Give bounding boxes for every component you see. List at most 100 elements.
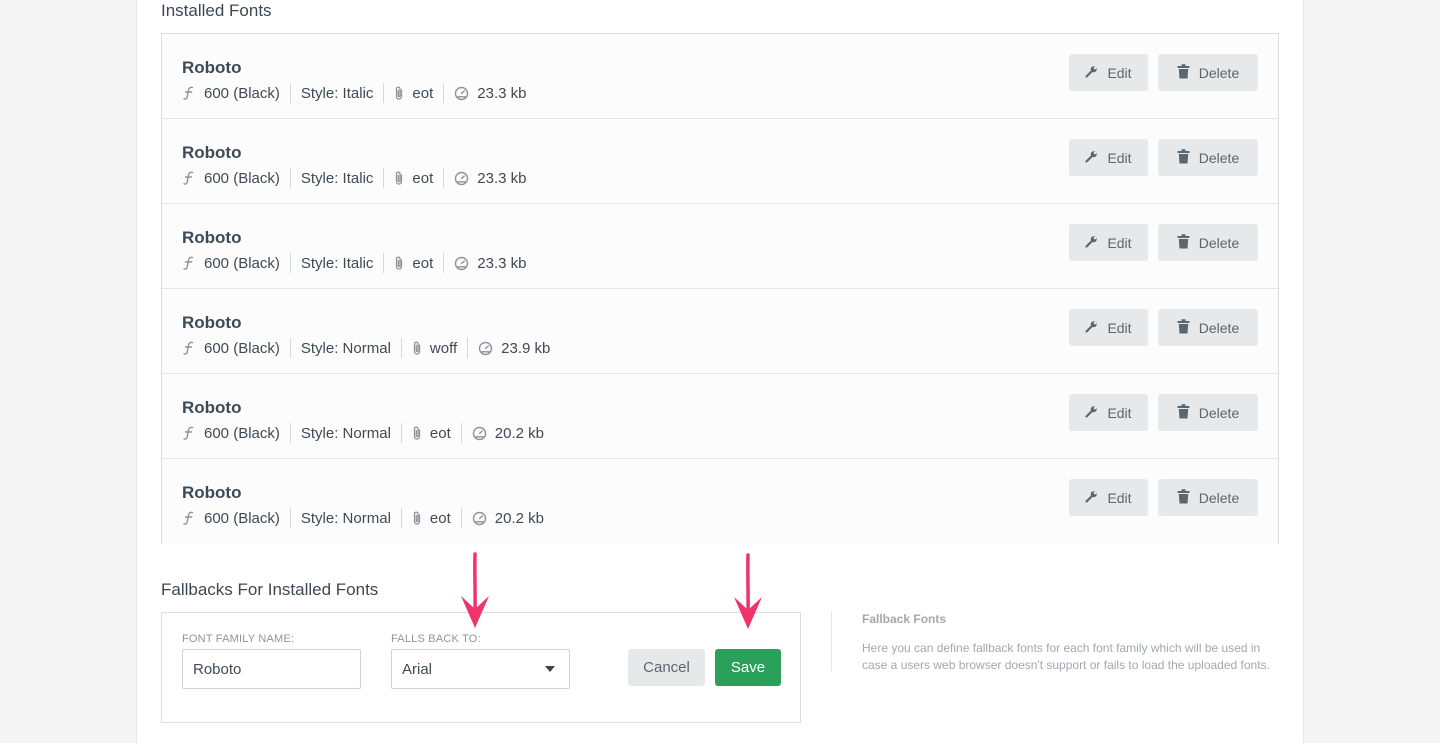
edit-label: Edit [1107,234,1132,251]
save-button[interactable]: Save [715,649,781,686]
font-style-value: Style: Italic [300,254,374,272]
font-format: eot [400,508,461,528]
delete-label: Delete [1198,149,1240,166]
font-weight-value: 600 (Black) [204,254,280,272]
help-text: Here you can define fallback fonts for e… [862,641,1270,672]
help-title: Fallback Fonts [862,612,947,626]
font-format: eot [383,253,443,273]
trash-icon [1177,318,1190,337]
font-format: eot [400,423,461,443]
paperclip-icon [394,255,404,271]
font-weight-value: 600 (Black) [204,424,280,442]
font-style-value: Style: Normal [300,509,391,527]
font-meta: 600 (Black) Style: Italic eot 23.3 kb [182,83,536,103]
font-name: Roboto [182,313,242,332]
delete-button[interactable]: Delete [1158,139,1258,176]
edit-label: Edit [1107,404,1132,421]
wrench-icon [1085,150,1098,166]
font-size-value: 20.2 kb [494,509,544,527]
font-family-input[interactable] [182,649,361,689]
font-row: Roboto 600 (Black) Style: Normal eot 20.… [162,374,1278,459]
font-style-value: Style: Italic [300,84,374,102]
trash-icon [1177,63,1190,82]
font-size-value: 23.9 kb [501,339,551,357]
font-weight: 600 (Black) [182,338,290,358]
delete-label: Delete [1198,319,1240,336]
edit-label: Edit [1107,319,1132,336]
font-size-value: 20.2 kb [494,424,544,442]
font-weight-value: 600 (Black) [204,509,280,527]
font-icon [182,341,196,355]
edit-button[interactable]: Edit [1069,139,1148,176]
paperclip-icon [394,170,404,186]
delete-button[interactable]: Delete [1158,224,1258,261]
font-style: Style: Normal [289,423,401,443]
font-weight: 600 (Black) [182,168,290,188]
font-format-value: eot [412,169,434,187]
gauge-icon [454,171,469,186]
wrench-icon [1085,65,1098,81]
delete-label: Delete [1198,489,1240,506]
font-row: Roboto 600 (Black) Style: Italic eot 23.… [162,204,1278,289]
paperclip-icon [394,85,404,101]
delete-label: Delete [1198,64,1240,81]
edit-button[interactable]: Edit [1069,394,1148,431]
font-size-value: 23.3 kb [477,169,527,187]
font-row: Roboto 600 (Black) Style: Normal eot 20.… [162,459,1278,544]
font-size: 20.2 kb [460,423,554,443]
delete-button[interactable]: Delete [1158,479,1258,516]
delete-button[interactable]: Delete [1158,394,1258,431]
font-weight-value: 600 (Black) [204,339,280,357]
falls-back-to-select[interactable]: Arial [391,649,570,689]
wrench-icon [1085,405,1098,421]
delete-button[interactable]: Delete [1158,54,1258,91]
wrench-icon [1085,235,1098,251]
font-name: Roboto [182,58,242,77]
edit-button[interactable]: Edit [1069,309,1148,346]
edit-label: Edit [1107,64,1132,81]
edit-button[interactable]: Edit [1069,224,1148,261]
font-size: 23.3 kb [443,253,536,273]
trash-icon [1177,233,1190,252]
font-style: Style: Normal [289,508,401,528]
font-size: 23.3 kb [443,168,536,188]
font-weight: 600 (Black) [182,83,290,103]
chevron-down-icon [545,666,555,672]
font-format: eot [383,83,443,103]
paperclip-icon [412,510,422,526]
font-format: eot [383,168,443,188]
edit-label: Edit [1107,149,1132,166]
font-format-value: eot [412,84,434,102]
font-icon [182,256,196,270]
trash-icon [1177,148,1190,167]
font-size-value: 23.3 kb [477,254,527,272]
annotation-arrow-icon [734,553,762,629]
font-size: 23.9 kb [467,338,560,358]
font-style-value: Style: Italic [300,169,374,187]
font-meta: 600 (Black) Style: Normal eot 20.2 kb [182,423,554,443]
edit-button[interactable]: Edit [1069,54,1148,91]
delete-button[interactable]: Delete [1158,309,1258,346]
font-weight-value: 600 (Black) [204,84,280,102]
font-row: Roboto 600 (Black) Style: Normal woff 23… [162,289,1278,374]
font-format-value: eot [429,509,451,527]
cancel-button[interactable]: Cancel [628,649,705,686]
font-weight: 600 (Black) [182,508,290,528]
edit-button[interactable]: Edit [1069,479,1148,516]
delete-label: Delete [1198,234,1240,251]
font-style-value: Style: Normal [300,424,391,442]
delete-label: Delete [1198,404,1240,421]
font-meta: 600 (Black) Style: Italic eot 23.3 kb [182,253,536,273]
font-icon [182,171,196,185]
font-meta: 600 (Black) Style: Normal eot 20.2 kb [182,508,554,528]
font-meta: 600 (Black) Style: Normal woff 23.9 kb [182,338,560,358]
font-format-value: eot [412,254,434,272]
trash-icon [1177,488,1190,507]
font-icon [182,511,196,525]
font-size: 23.3 kb [443,83,536,103]
font-icon [182,86,196,100]
font-weight: 600 (Black) [182,253,290,273]
installed-fonts-list: Roboto 600 (Black) Style: Italic eot 23.… [161,33,1279,544]
font-format-value: eot [429,424,451,442]
font-style: Style: Italic [289,168,384,188]
